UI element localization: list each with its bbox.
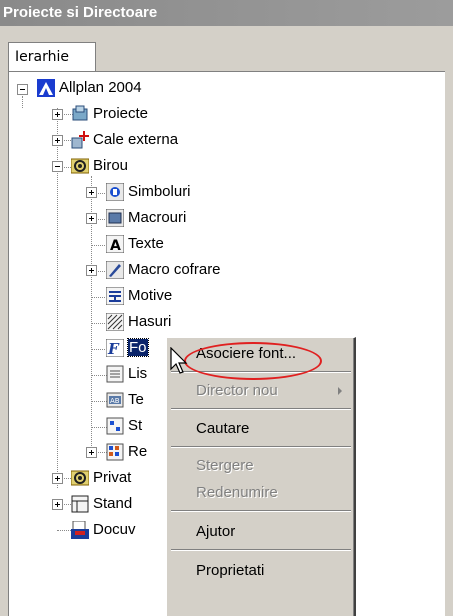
formwork-macro-icon bbox=[105, 260, 125, 280]
symbols-icon bbox=[105, 182, 125, 202]
tab-ierarhie[interactable]: Ierarhie bbox=[8, 42, 96, 72]
tree-node-documente[interactable]: Docuv bbox=[93, 521, 136, 539]
allplan-icon bbox=[37, 79, 55, 97]
expand-toggle[interactable] bbox=[86, 213, 97, 224]
expand-toggle[interactable] bbox=[52, 473, 63, 484]
menu-item-proprietati[interactable]: Proprietati bbox=[170, 559, 352, 583]
tree-node-fonturi-label: Fo bbox=[127, 338, 149, 357]
external-path-icon bbox=[71, 131, 89, 149]
patterns-icon bbox=[105, 286, 125, 306]
menu-item-stergere[interactable]: Stergere bbox=[170, 454, 352, 478]
menu-separator bbox=[171, 371, 351, 373]
menu-separator bbox=[171, 510, 351, 512]
svg-text:A: A bbox=[110, 238, 121, 253]
menu-separator bbox=[171, 408, 351, 410]
reports-icon bbox=[106, 443, 124, 461]
texts-icon: A bbox=[105, 234, 125, 254]
expand-toggle[interactable] bbox=[52, 109, 63, 120]
macros-icon bbox=[105, 208, 125, 228]
collapse-toggle[interactable] bbox=[17, 84, 28, 95]
fonts-icon: F bbox=[105, 338, 125, 358]
tree-node-st[interactable]: St bbox=[128, 417, 142, 435]
tree-node-hasuri[interactable]: Hasuri bbox=[128, 313, 171, 331]
svg-text:F: F bbox=[107, 340, 120, 357]
svg-text:AB: AB bbox=[110, 397, 120, 405]
tree-node-macrouri[interactable]: Macrouri bbox=[128, 209, 186, 227]
expand-toggle[interactable] bbox=[86, 447, 97, 458]
menu-separator bbox=[171, 446, 351, 448]
tree-node-macro-cofrare[interactable]: Macro cofrare bbox=[128, 261, 221, 279]
tree-node-re[interactable]: Re bbox=[128, 443, 147, 461]
tree-node-standard[interactable]: Stand bbox=[93, 495, 132, 513]
menu-item-cautare[interactable]: Cautare bbox=[170, 417, 352, 441]
menu-item-director-nou-label: Director nou bbox=[196, 382, 278, 399]
tree-node-cale-externa[interactable]: Cale externa bbox=[93, 131, 178, 149]
submenu-arrow-icon bbox=[338, 387, 342, 395]
projects-directories-window: Proiecte si Directoare Ierarhie Allplan … bbox=[0, 0, 453, 616]
expand-toggle[interactable] bbox=[52, 135, 63, 146]
menu-item-asociere-font[interactable]: Asociere font... bbox=[170, 342, 352, 366]
window-title: Proiecte si Directoare bbox=[0, 0, 453, 26]
tree-node-birou[interactable]: Birou bbox=[93, 157, 128, 175]
menu-item-redenumire[interactable]: Redenumire bbox=[170, 481, 352, 505]
tree-node-proiecte[interactable]: Proiecte bbox=[93, 105, 148, 123]
tree-node-texte[interactable]: Texte bbox=[128, 235, 164, 253]
styles-icon bbox=[106, 417, 124, 435]
collapse-toggle[interactable] bbox=[52, 161, 63, 172]
menu-item-director-nou[interactable]: Director nou bbox=[170, 379, 352, 403]
tree-node-te[interactable]: Te bbox=[128, 391, 144, 409]
documents-icon bbox=[71, 520, 89, 539]
tree-node-allplan-2004[interactable]: Allplan 2004 bbox=[59, 79, 142, 97]
expand-toggle[interactable] bbox=[86, 265, 97, 276]
mouse-pointer-icon bbox=[170, 347, 188, 374]
standard-icon bbox=[71, 495, 89, 513]
office-icon bbox=[70, 157, 90, 175]
tree-node-liste[interactable]: Lis bbox=[128, 365, 147, 383]
templates-icon: AB bbox=[106, 391, 124, 409]
menu-item-ajutor[interactable]: Ajutor bbox=[170, 520, 352, 544]
tree-node-motive[interactable]: Motive bbox=[128, 287, 172, 305]
tree-node-simboluri[interactable]: Simboluri bbox=[128, 183, 191, 201]
expand-toggle[interactable] bbox=[52, 499, 63, 510]
lists-icon bbox=[106, 365, 124, 383]
tree-node-fonturi[interactable]: Fo bbox=[127, 338, 149, 357]
projects-icon bbox=[71, 105, 89, 123]
expand-toggle[interactable] bbox=[86, 187, 97, 198]
private-icon bbox=[70, 469, 90, 487]
menu-separator bbox=[171, 549, 351, 551]
context-menu: Asociere font... Director nou Cautare St… bbox=[166, 337, 356, 616]
tree-node-privat[interactable]: Privat bbox=[93, 469, 131, 487]
hatching-icon bbox=[105, 312, 125, 332]
